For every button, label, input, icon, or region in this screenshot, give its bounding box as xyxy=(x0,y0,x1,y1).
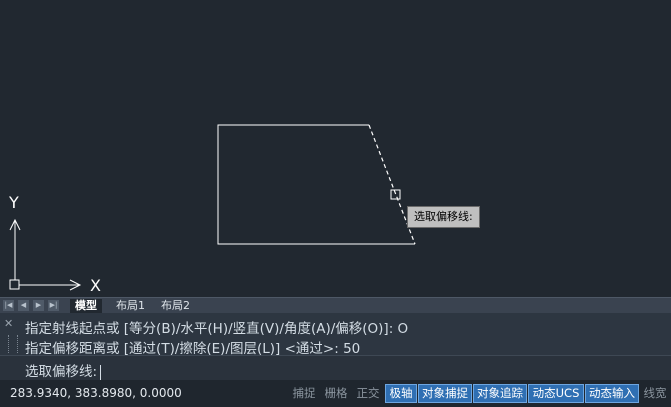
tab-layout1[interactable]: 布局1 xyxy=(111,299,150,313)
last-icon[interactable]: ▶| xyxy=(48,300,59,311)
command-history-line: 指定射线起点或 [等分(B)/水平(H)/竖直(V)/角度(A)/偏移(O)]:… xyxy=(25,321,409,337)
pickbox-cursor xyxy=(390,189,401,200)
cursor-coordinates: 283.9340, 383.8980, 0.0000 xyxy=(10,386,182,400)
toggle-ducs[interactable]: 动态UCS xyxy=(528,384,584,403)
toggle-grid[interactable]: 栅格 xyxy=(321,385,351,402)
command-tooltip: 选取偏移线: xyxy=(407,206,480,228)
drawing-svg[interactable] xyxy=(0,0,671,297)
grip-icon[interactable] xyxy=(8,335,18,353)
text-caret xyxy=(100,364,102,380)
toggle-osnap[interactable]: 对象捕捉 xyxy=(418,384,472,403)
ucs-icon xyxy=(9,218,82,291)
close-icon[interactable]: ✕ xyxy=(4,317,13,330)
toggle-dyn[interactable]: 动态输入 xyxy=(585,384,639,403)
command-input[interactable]: 选取偏移线: xyxy=(0,355,671,380)
tab-layout2[interactable]: 布局2 xyxy=(156,299,195,313)
first-icon[interactable]: |◀ xyxy=(3,300,14,311)
toggle-snap[interactable]: 捕捉 xyxy=(289,385,319,402)
next-icon[interactable]: ▶ xyxy=(33,300,44,311)
toggle-polar[interactable]: 极轴 xyxy=(385,384,417,403)
drawn-polyline[interactable] xyxy=(217,124,415,245)
toggle-otrack[interactable]: 对象追踪 xyxy=(473,384,527,403)
prev-icon[interactable]: ◀ xyxy=(18,300,29,311)
tab-model[interactable]: 模型 xyxy=(70,299,102,313)
command-history-line: 指定偏移距离或 [通过(T)/擦除(E)/图层(L)] <通过>: 50 xyxy=(25,341,361,357)
axis-x-label: X xyxy=(90,276,101,295)
toggle-lineweight[interactable]: 线宽 xyxy=(640,385,670,402)
status-bar: 283.9340, 383.8980, 0.0000 捕捉 栅格 正交 极轴 对… xyxy=(0,380,671,407)
axis-y-label: Y xyxy=(9,193,19,212)
layout-tabbar: |◀ ◀ ▶ ▶| 模型 布局1 布局2 xyxy=(0,297,671,313)
toggle-ortho[interactable]: 正交 xyxy=(353,385,383,402)
command-prompt[interactable]: 选取偏移线: xyxy=(25,360,102,380)
drawing-canvas[interactable]: Y X 选取偏移线: xyxy=(0,0,671,297)
command-prompt-text: 选取偏移线: xyxy=(25,364,98,380)
